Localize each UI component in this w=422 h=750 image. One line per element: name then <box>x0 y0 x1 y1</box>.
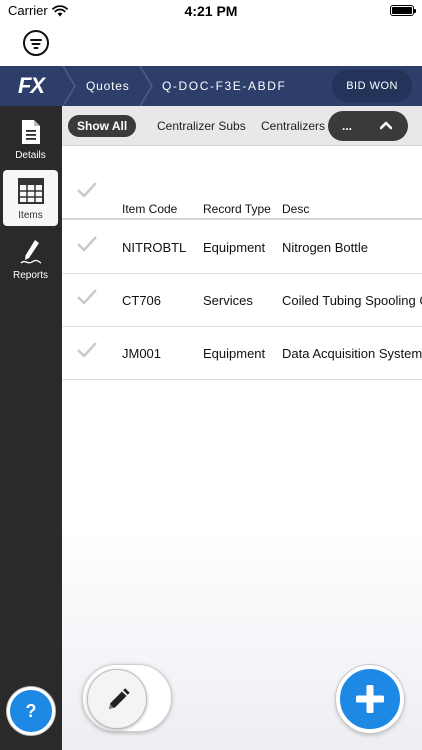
sidebar-item-label: Items <box>18 210 43 221</box>
table-header: Item Code Record Type Desc <box>62 147 422 220</box>
row-checkmark-icon[interactable] <box>76 341 98 359</box>
cell-item-code: CT706 <box>122 293 162 308</box>
tab-centralizers[interactable]: Centralizers <box>261 115 325 137</box>
filter-tabs: Show All Centralizer Subs Centralizers .… <box>62 106 422 146</box>
add-item-button[interactable] <box>336 665 404 733</box>
help-button[interactable]: ? <box>7 687 55 735</box>
status-bar: Carrier 4:21 PM <box>0 0 422 22</box>
table-icon <box>17 178 44 204</box>
sidebar-item-label: Details <box>15 150 46 161</box>
plus-icon <box>356 685 384 713</box>
status-badge[interactable]: BID WON <box>332 70 412 102</box>
column-header-desc[interactable]: Desc <box>282 202 309 216</box>
breadcrumb-separator-icon <box>139 66 153 106</box>
sidebar: Details Items Reports ? <box>0 106 62 750</box>
column-header-item-code[interactable]: Item Code <box>122 202 177 216</box>
pencil-icon <box>109 688 130 709</box>
column-header-record-type[interactable]: Record Type <box>203 202 271 216</box>
battery-icon <box>390 5 416 16</box>
status-time: 4:21 PM <box>184 3 238 19</box>
table-row[interactable]: CT706 Services Coiled Tubing Spooling Cl <box>62 274 422 327</box>
chevron-up-icon[interactable] <box>380 120 392 130</box>
cell-record-type: Services <box>203 293 253 308</box>
table-row[interactable]: JM001 Equipment Data Acquisition System <box>62 327 422 380</box>
fx-logo[interactable]: FX <box>0 66 62 106</box>
breadcrumb-bar: FX Quotes Q-DOC-F3E-ABDF BID WON <box>0 66 422 106</box>
filter-menu-icon[interactable] <box>23 30 49 56</box>
tab-centralizer-subs[interactable]: Centralizer Subs <box>157 115 246 137</box>
breadcrumb-quotes[interactable]: Quotes <box>86 66 130 106</box>
table-row[interactable]: NITROBTL Equipment Nitrogen Bottle <box>62 221 422 274</box>
tab-show-all[interactable]: Show All <box>68 115 137 137</box>
sidebar-item-items[interactable]: Items <box>3 170 58 226</box>
items-table: Item Code Record Type Desc NITROBTL Equi… <box>62 147 422 750</box>
select-all-checkmark-icon[interactable] <box>76 181 98 199</box>
breadcrumb-separator-icon <box>62 66 76 106</box>
cell-desc: Nitrogen Bottle <box>282 240 368 255</box>
top-bar <box>0 22 422 66</box>
row-checkmark-icon[interactable] <box>76 235 98 253</box>
edit-mode-toggle[interactable] <box>82 664 172 732</box>
breadcrumb-quote-id[interactable]: Q-DOC-F3E-ABDF <box>162 66 286 106</box>
cell-item-code: JM001 <box>122 346 162 361</box>
sidebar-item-label: Reports <box>12 270 48 281</box>
cell-item-code: NITROBTL <box>122 240 187 255</box>
sidebar-item-reports[interactable]: Reports <box>3 230 58 286</box>
sidebar-item-details[interactable]: Details <box>3 110 58 166</box>
row-checkmark-icon[interactable] <box>76 288 98 306</box>
cell-desc: Data Acquisition System <box>282 346 422 361</box>
more-tabs-toggle[interactable]: ... <box>328 111 408 141</box>
pen-icon <box>20 240 41 264</box>
cell-desc: Coiled Tubing Spooling Cl <box>282 293 422 308</box>
edit-toggle-knob[interactable] <box>87 669 147 729</box>
cell-record-type: Equipment <box>203 346 266 361</box>
document-icon <box>21 120 40 144</box>
more-tabs-button[interactable]: ... <box>342 111 352 141</box>
cell-record-type: Equipment <box>203 240 266 255</box>
